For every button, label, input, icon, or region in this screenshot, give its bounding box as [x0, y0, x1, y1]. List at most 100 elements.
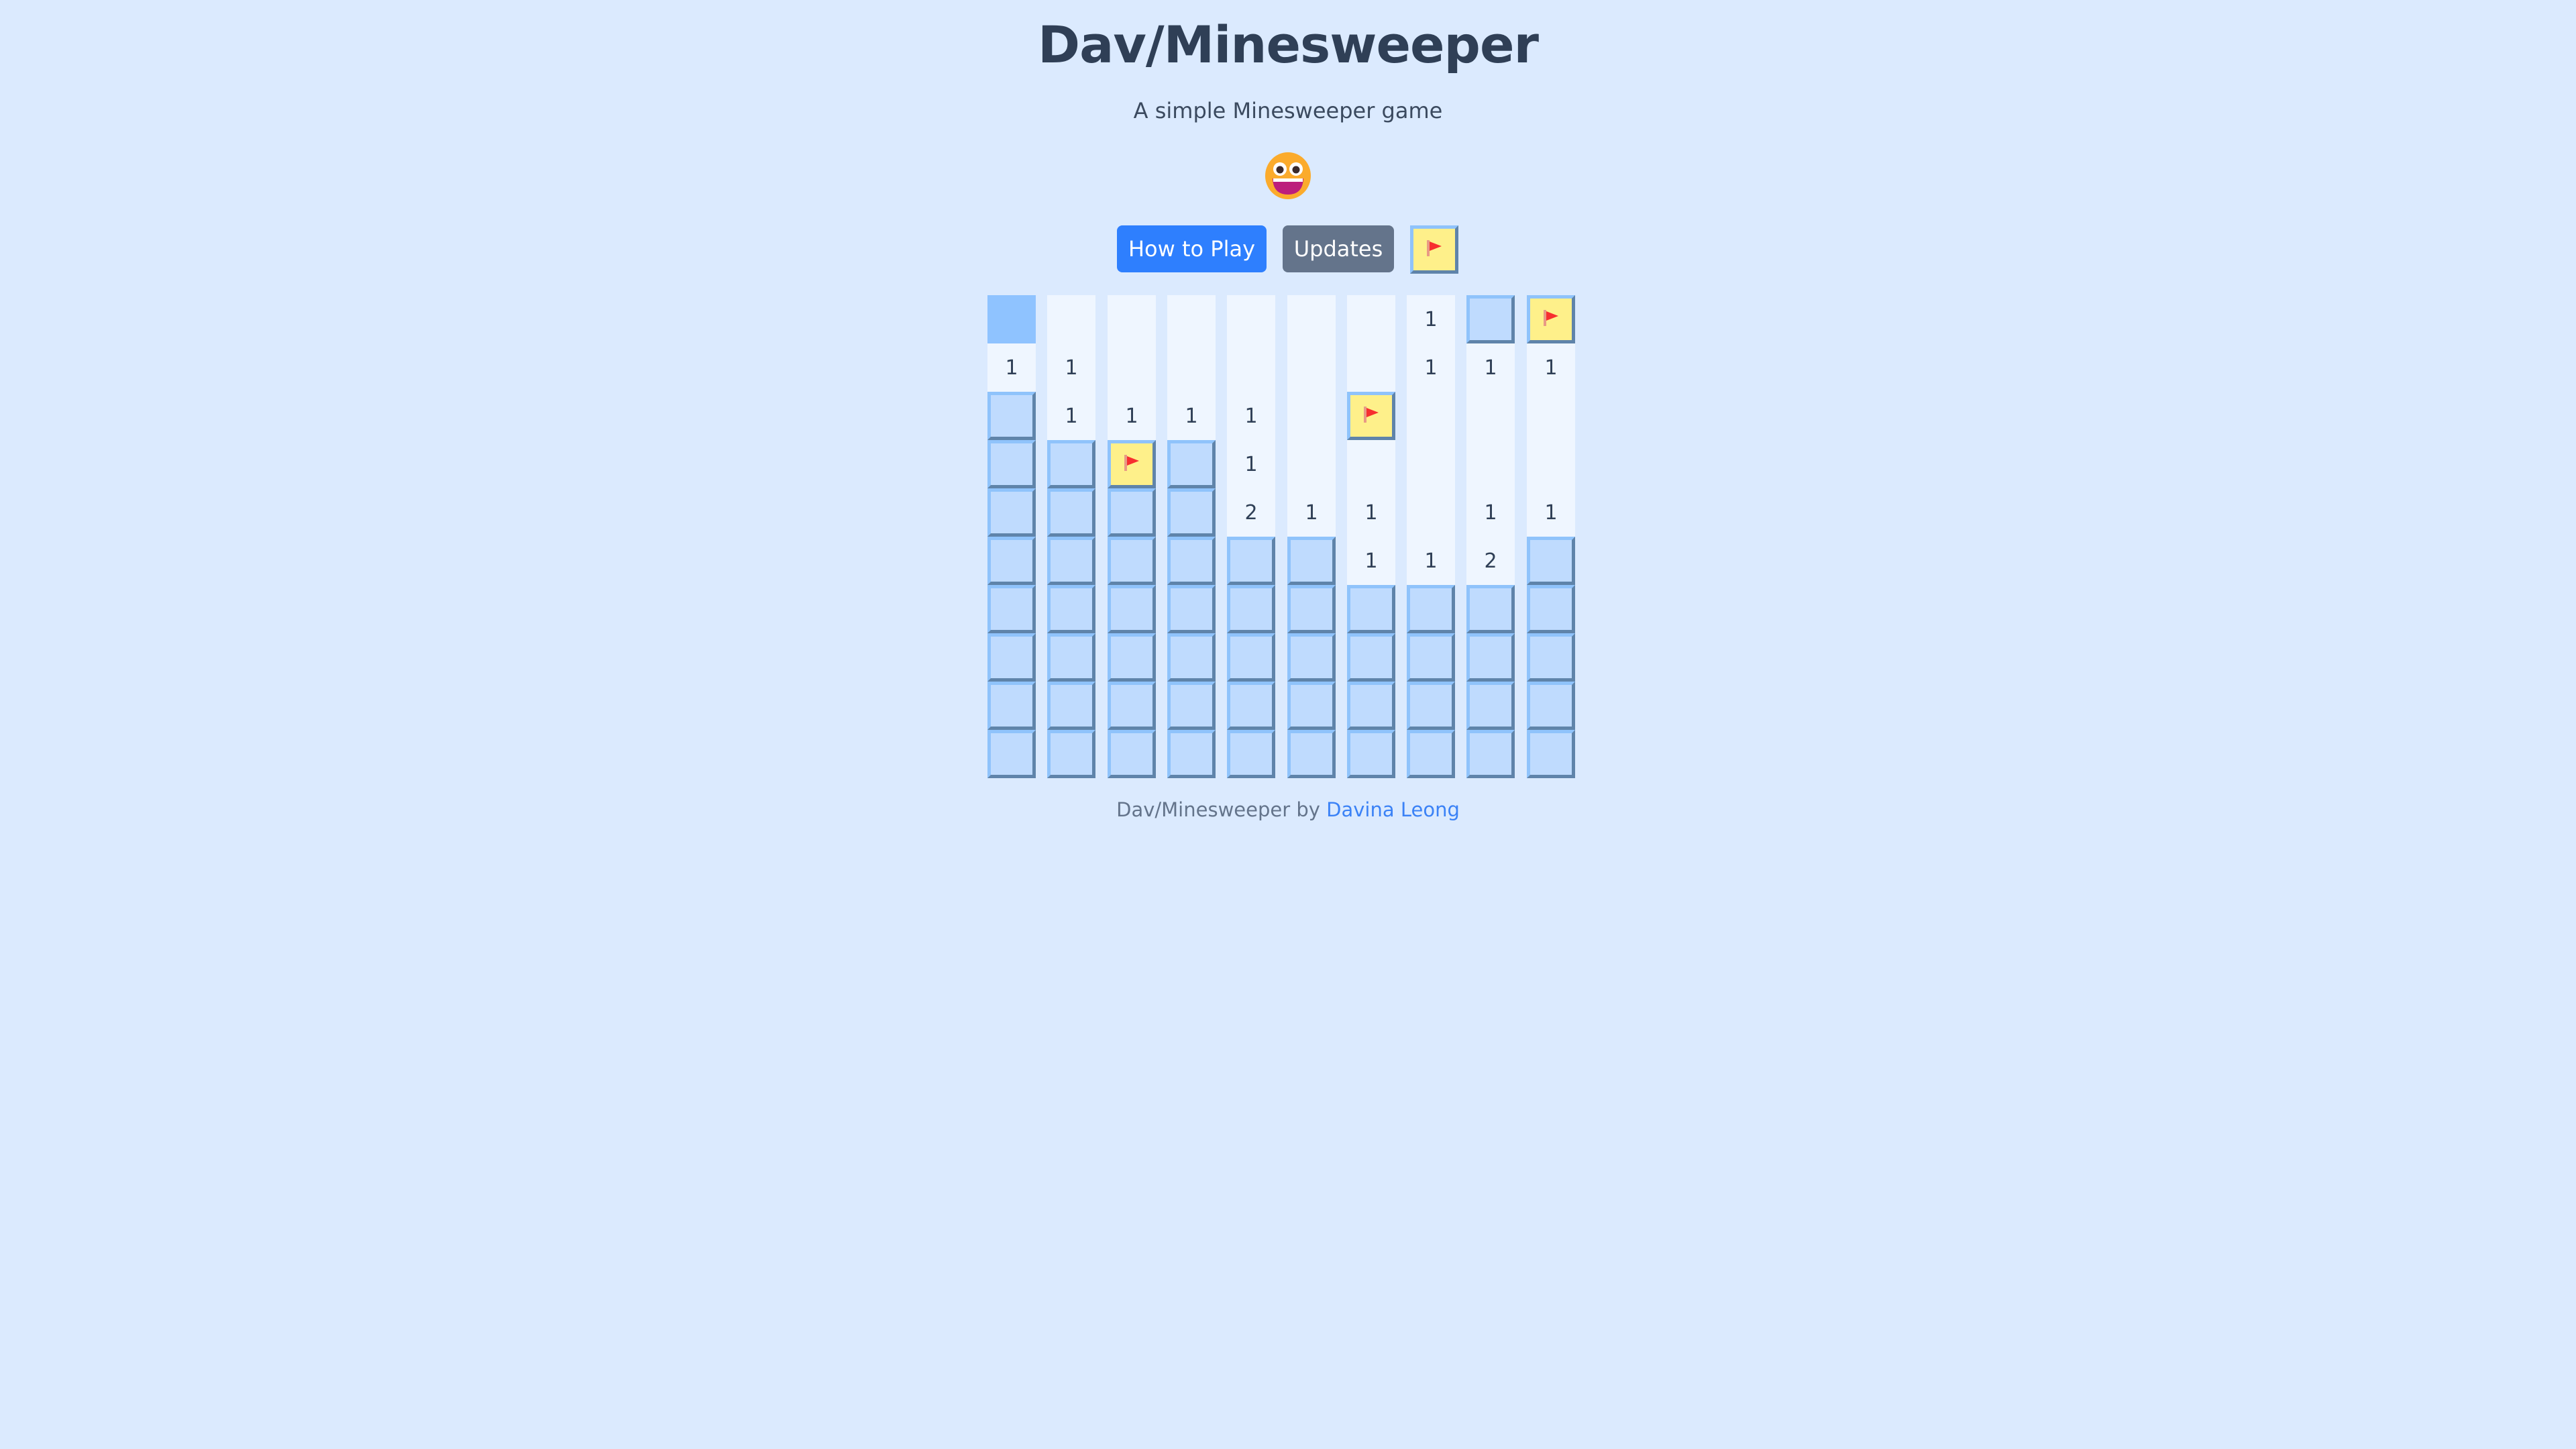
grinning-face-icon [1265, 152, 1311, 199]
hidden-cell[interactable] [1227, 537, 1275, 585]
revealed-number-cell: 1 [1407, 295, 1455, 343]
board-column: 1 [987, 295, 1036, 778]
hidden-cell[interactable] [1527, 537, 1575, 585]
revealed-empty-cell [1108, 295, 1156, 343]
hidden-cell[interactable] [1287, 537, 1336, 585]
hidden-cell[interactable] [987, 488, 1036, 537]
hidden-cell[interactable] [1167, 682, 1216, 730]
flag-icon [1364, 407, 1379, 423]
revealed-number-cell: 1 [1047, 343, 1095, 392]
hidden-cell[interactable] [1347, 585, 1395, 633]
hidden-cell[interactable] [1108, 633, 1156, 682]
revealed-number-cell: 2 [1466, 537, 1515, 585]
hidden-cell[interactable] [1047, 488, 1095, 537]
hidden-cell[interactable] [987, 682, 1036, 730]
hidden-cell[interactable] [1108, 488, 1156, 537]
board-column: 1 [1167, 295, 1216, 778]
hidden-cell[interactable] [1167, 440, 1216, 488]
hidden-cell[interactable] [1108, 585, 1156, 633]
hidden-cell[interactable] [1047, 440, 1095, 488]
hidden-cell[interactable] [1108, 682, 1156, 730]
revealed-number-cell: 1 [1227, 440, 1275, 488]
revealed-empty-cell [1287, 440, 1336, 488]
page-subtitle: A simple Minesweeper game [1133, 98, 1443, 123]
board-column: 112 [1227, 295, 1275, 778]
hidden-cell[interactable] [1287, 682, 1336, 730]
hidden-cell[interactable] [1287, 633, 1336, 682]
hidden-cell[interactable] [1167, 633, 1216, 682]
minesweeper-board: 1111111211111111211 [987, 295, 1578, 778]
revealed-empty-cell [1466, 392, 1515, 440]
revealed-empty-cell [1466, 440, 1515, 488]
hidden-cell[interactable] [1407, 682, 1455, 730]
revealed-empty-cell [1227, 343, 1275, 392]
reset-face-button[interactable] [1264, 152, 1312, 200]
hidden-cell[interactable] [1407, 730, 1455, 778]
revealed-number-cell: 1 [987, 343, 1036, 392]
revealed-empty-cell [1407, 440, 1455, 488]
author-link[interactable]: Davina Leong [1326, 798, 1460, 821]
revealed-empty-cell [1287, 343, 1336, 392]
flag-mode-toggle[interactable] [1410, 225, 1458, 274]
hidden-cell[interactable] [1227, 682, 1275, 730]
hidden-cell[interactable] [987, 585, 1036, 633]
hidden-cell[interactable] [1466, 682, 1515, 730]
hidden-cell[interactable] [1407, 633, 1455, 682]
revealed-empty-cell [1527, 392, 1575, 440]
hidden-cell[interactable] [987, 633, 1036, 682]
hidden-cell[interactable] [1527, 730, 1575, 778]
hidden-cell[interactable] [1287, 730, 1336, 778]
hidden-cell[interactable] [1466, 585, 1515, 633]
hidden-cell[interactable] [987, 537, 1036, 585]
hidden-cell[interactable] [1527, 633, 1575, 682]
hidden-cell[interactable] [1108, 730, 1156, 778]
hidden-cell[interactable] [1227, 585, 1275, 633]
flag-icon [1124, 455, 1139, 471]
hidden-cell[interactable] [1347, 730, 1395, 778]
revealed-number-cell: 1 [1108, 392, 1156, 440]
revealed-number-cell: 1 [1167, 392, 1216, 440]
hidden-cell[interactable] [1347, 682, 1395, 730]
hidden-cell[interactable] [987, 730, 1036, 778]
board-column: 112 [1466, 295, 1515, 778]
hidden-cell[interactable] [1108, 537, 1156, 585]
hidden-cell[interactable] [1047, 585, 1095, 633]
flagged-cell[interactable] [1527, 295, 1575, 343]
hidden-cell[interactable] [1527, 585, 1575, 633]
hidden-cell[interactable] [1227, 633, 1275, 682]
hidden-cell[interactable] [1167, 730, 1216, 778]
hidden-cell[interactable] [1347, 633, 1395, 682]
revealed-number-cell: 1 [1047, 392, 1095, 440]
revealed-number-cell: 1 [1347, 488, 1395, 537]
hidden-cell[interactable] [1047, 537, 1095, 585]
revealed-number-cell: 2 [1227, 488, 1275, 537]
flag-icon [1427, 240, 1442, 256]
how-to-play-button[interactable]: How to Play [1117, 225, 1267, 272]
hidden-cell[interactable] [1407, 585, 1455, 633]
hidden-cell[interactable] [1227, 730, 1275, 778]
hidden-cell[interactable] [1287, 585, 1336, 633]
revealed-number-cell: 1 [1527, 343, 1575, 392]
hidden-cell[interactable] [1466, 633, 1515, 682]
hidden-cell[interactable] [1167, 537, 1216, 585]
flag-icon [1544, 310, 1558, 326]
hidden-cell[interactable] [1466, 730, 1515, 778]
hidden-cell[interactable] [987, 392, 1036, 440]
updates-button[interactable]: Updates [1283, 225, 1394, 272]
hidden-cell[interactable] [1466, 295, 1515, 343]
hidden-cell[interactable] [1047, 682, 1095, 730]
revealed-empty-cell [1167, 295, 1216, 343]
hidden-cell[interactable] [1167, 585, 1216, 633]
hidden-cell[interactable] [1047, 730, 1095, 778]
hidden-cell[interactable] [1047, 633, 1095, 682]
active-cell[interactable] [987, 295, 1036, 343]
board-column: 11 [1527, 295, 1575, 778]
hidden-cell[interactable] [987, 440, 1036, 488]
flagged-cell[interactable] [1347, 392, 1395, 440]
revealed-number-cell: 1 [1407, 343, 1455, 392]
hidden-cell[interactable] [1167, 488, 1216, 537]
flagged-cell[interactable] [1108, 440, 1156, 488]
hidden-cell[interactable] [1527, 682, 1575, 730]
revealed-number-cell: 1 [1287, 488, 1336, 537]
toolbar: How to Play Updates [0, 225, 2576, 274]
